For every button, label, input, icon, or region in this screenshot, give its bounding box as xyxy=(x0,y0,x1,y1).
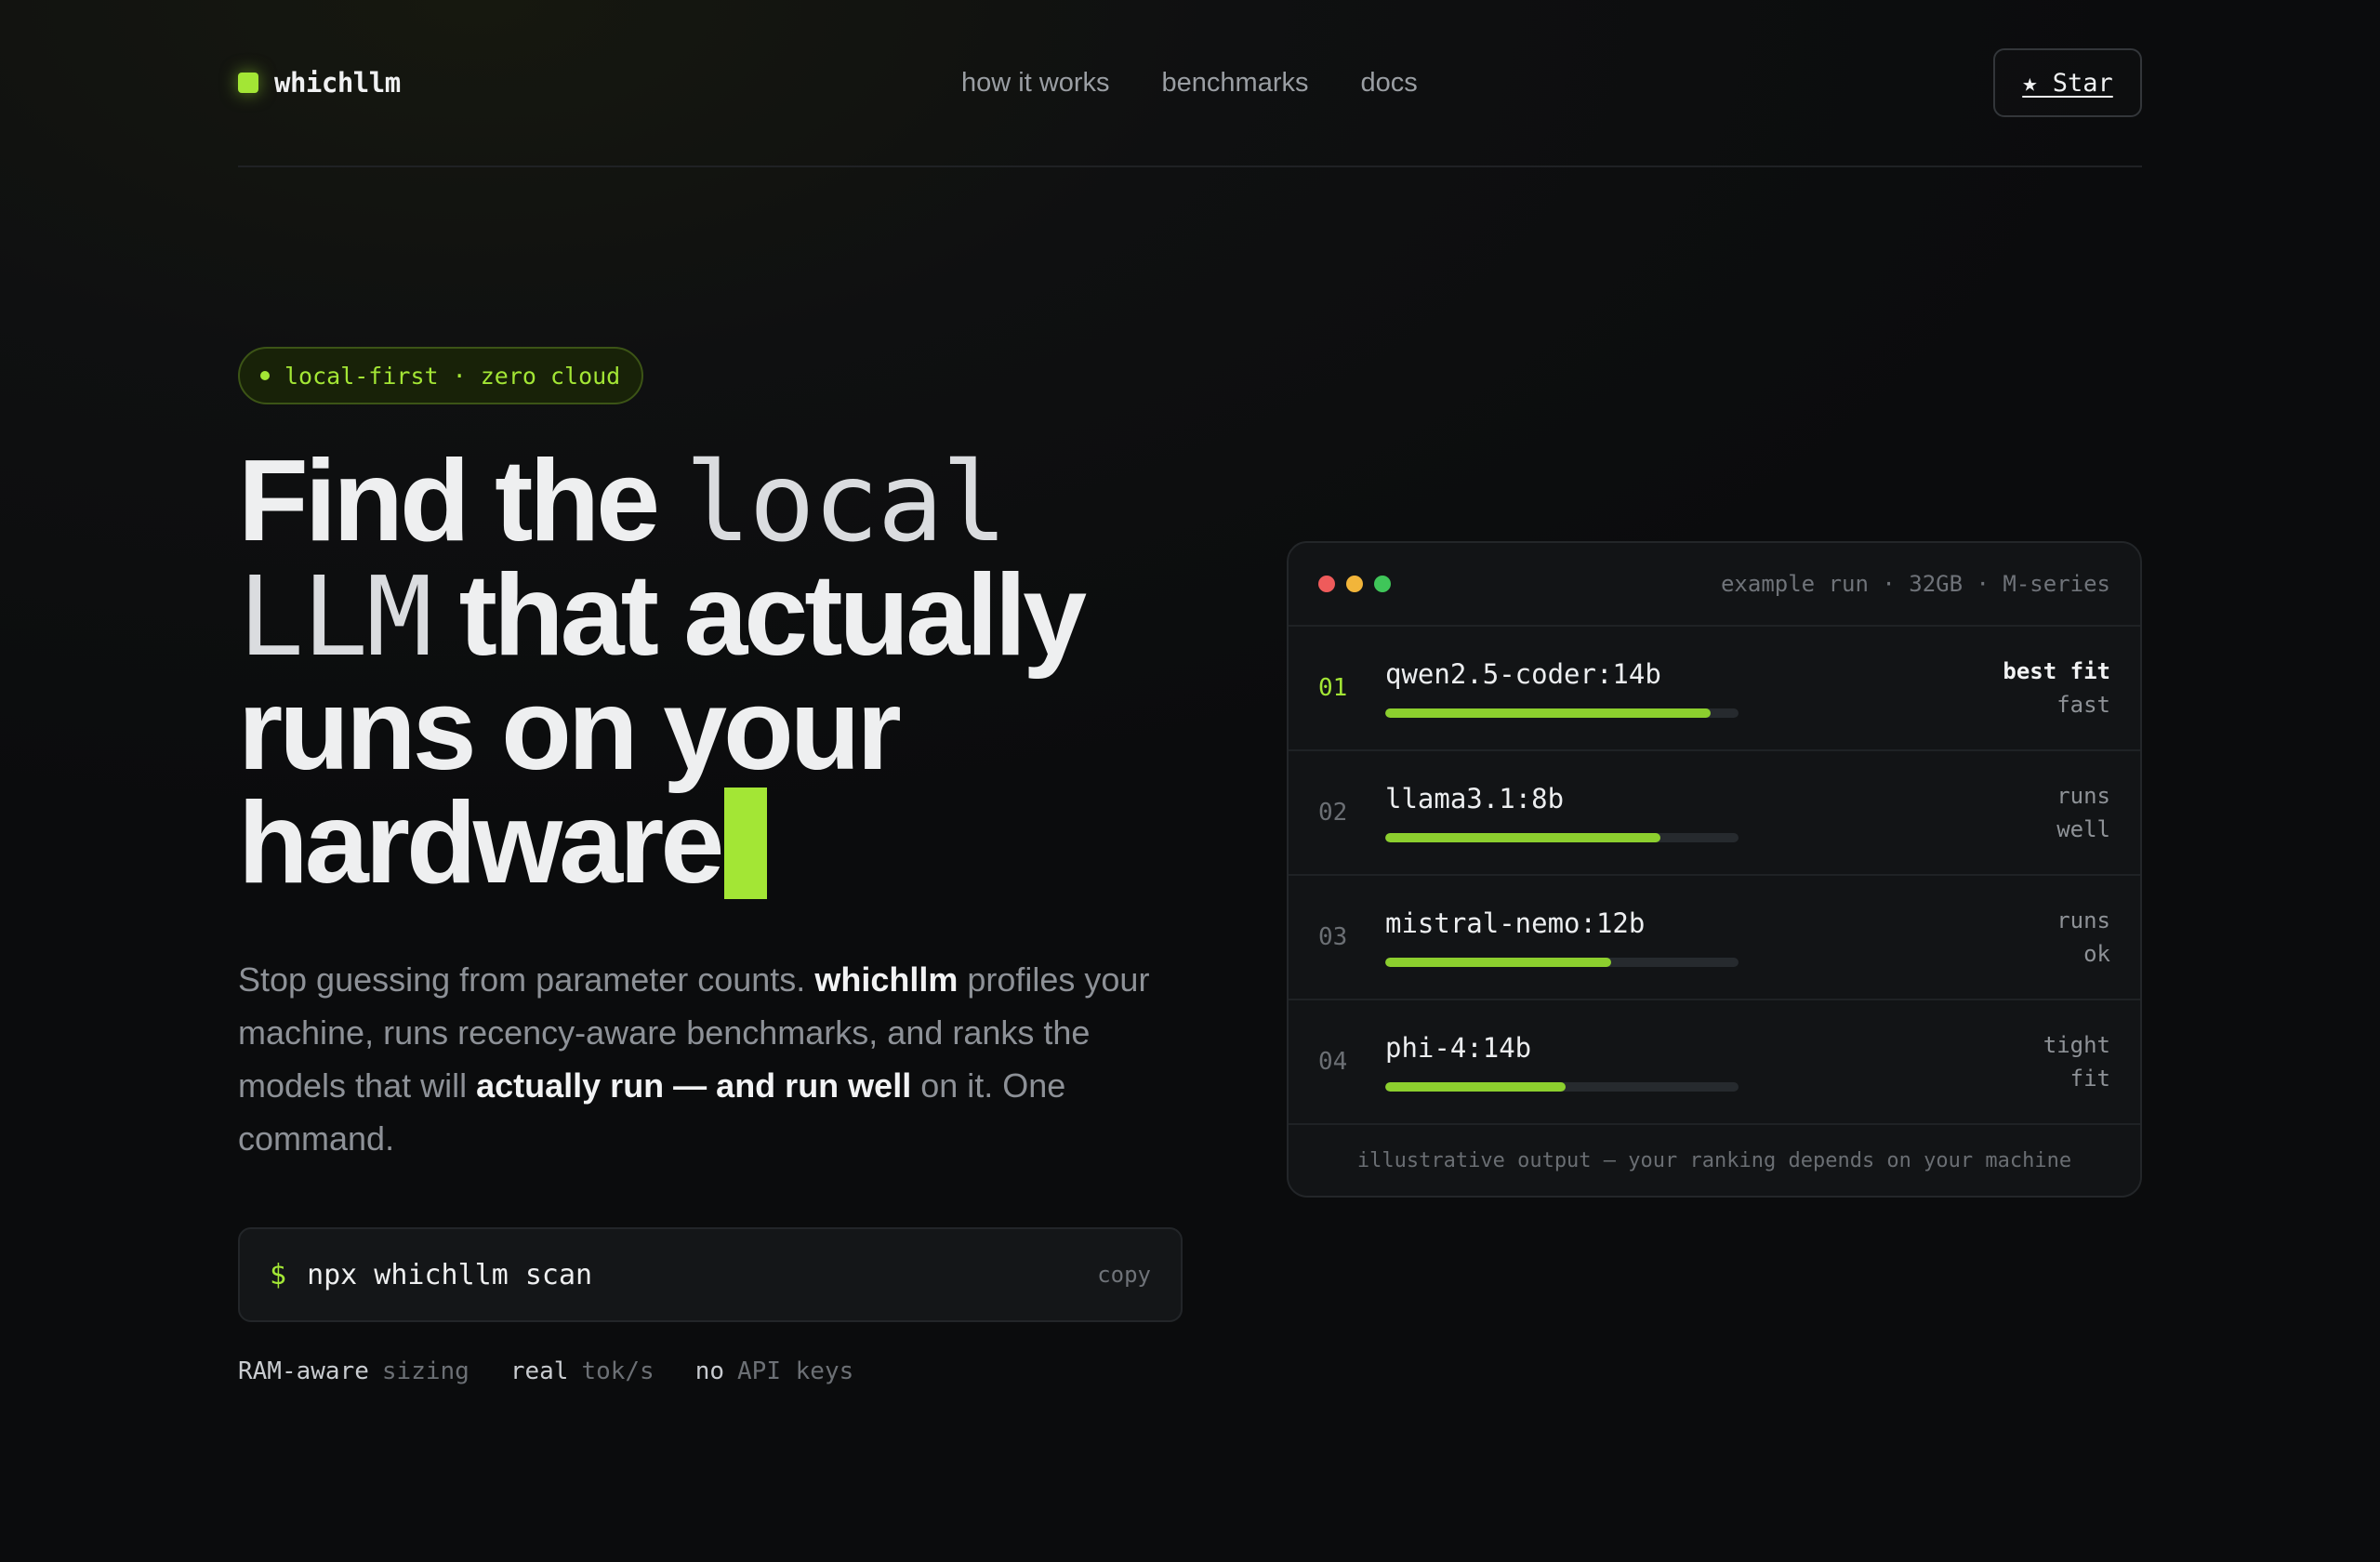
status-dot-icon xyxy=(260,371,270,380)
nav-link-how-it-works[interactable]: how it works xyxy=(961,68,1110,99)
fit-score-bar xyxy=(1385,833,1739,842)
brand-logo[interactable]: whichllm xyxy=(238,67,401,99)
feature-value: tok/s xyxy=(581,1357,654,1385)
nav-links: how it works benchmarks docs xyxy=(961,68,1418,99)
copy-button[interactable]: copy xyxy=(1097,1262,1151,1288)
rank-number: 03 xyxy=(1318,923,1348,951)
lede-emphasis: whichllm xyxy=(814,960,959,999)
ranking-row: 01 qwen2.5-coder:14b best fit fast xyxy=(1289,627,2140,751)
fit-score-fill xyxy=(1385,1082,1566,1092)
feature-value: sizing xyxy=(381,1357,469,1385)
model-name: mistral-nemo:12b xyxy=(1385,907,1646,939)
hero-headline: Find the local LLM that actually runs on… xyxy=(238,443,1168,901)
rank-number: 04 xyxy=(1318,1048,1348,1076)
nav-link-docs[interactable]: docs xyxy=(1361,68,1418,99)
ranking-row: 03 mistral-nemo:12b runs ok xyxy=(1289,876,2140,1000)
model-name: phi-4:14b xyxy=(1385,1032,1532,1064)
feature-item: real tok/s xyxy=(510,1357,654,1385)
fit-score-bar xyxy=(1385,958,1739,967)
model-name: qwen2.5-coder:14b xyxy=(1385,658,1661,690)
model-name: llama3.1:8b xyxy=(1385,783,1565,814)
fit-label-line: fast xyxy=(2056,692,2110,718)
brand-square-icon xyxy=(238,73,258,93)
feature-key: RAM-aware xyxy=(238,1357,369,1385)
headline-part: Find the xyxy=(238,437,660,565)
fit-score-bar xyxy=(1385,708,1739,718)
lede-emphasis: actually run — and run well xyxy=(476,1066,912,1105)
fit-label-line: runs xyxy=(2056,783,2110,809)
fit-label-line: tight xyxy=(2043,1032,2110,1058)
nav-divider xyxy=(238,165,2142,167)
fit-label: runs ok xyxy=(1980,904,2110,971)
run-meta: example run · 32GB · M-series xyxy=(1720,571,2110,597)
star-button-label: ★ Star xyxy=(2022,68,2113,98)
github-star-button[interactable]: ★ Star xyxy=(1993,48,2142,117)
feature-key: real xyxy=(509,1357,569,1385)
command-text[interactable]: npx whichllm scan xyxy=(307,1259,1097,1291)
tagline-pill-text: local-first · zero cloud xyxy=(284,362,621,390)
fit-score-fill xyxy=(1385,958,1612,967)
fit-label: best fit fast xyxy=(1980,655,2110,721)
fit-label-line: best fit xyxy=(2003,658,2110,684)
feature-key: no xyxy=(694,1357,725,1385)
lede-text: Stop guessing from parameter counts. xyxy=(238,960,815,999)
install-command-box: $ npx whichllm scan copy xyxy=(238,1227,1183,1322)
fit-label-line: runs xyxy=(2056,907,2110,933)
fit-label: runs well xyxy=(1980,779,2110,846)
card-header: example run · 32GB · M-series xyxy=(1289,543,2140,627)
fit-label-line: fit xyxy=(2069,1066,2110,1092)
shell-prompt: $ xyxy=(270,1258,287,1291)
feature-list: RAM-aware sizing real tok/s no API keys xyxy=(238,1357,853,1385)
feature-item: no API keys xyxy=(695,1357,854,1385)
hero-description: Stop guessing from parameter counts. whi… xyxy=(238,953,1186,1165)
fit-label: tight fit xyxy=(1980,1028,2110,1095)
headline-mono-word: LLM xyxy=(238,552,432,681)
maximize-dot-icon xyxy=(1374,576,1391,592)
headline-part: hardware xyxy=(238,779,724,907)
feature-value: API keys xyxy=(737,1357,854,1385)
ranking-row: 04 phi-4:14b tight fit xyxy=(1289,1000,2140,1125)
fit-score-fill xyxy=(1385,833,1661,842)
example-run-card: example run · 32GB · M-series 01 qwen2.5… xyxy=(1287,541,2142,1198)
rank-number: 02 xyxy=(1318,799,1348,827)
fit-label-line: ok xyxy=(2083,941,2110,967)
headline-part: runs on your xyxy=(238,666,902,794)
rank-number: 01 xyxy=(1318,674,1348,702)
nav-link-benchmarks[interactable]: benchmarks xyxy=(1162,68,1309,99)
blinking-cursor xyxy=(724,788,768,899)
close-dot-icon xyxy=(1318,576,1335,592)
card-footer-note: illustrative output — your ranking depen… xyxy=(1356,1148,2072,1172)
ranking-row: 02 llama3.1:8b runs well xyxy=(1289,751,2140,876)
fit-label-line: well xyxy=(2056,816,2110,842)
minimize-dot-icon xyxy=(1346,576,1363,592)
headline-mono-word: local xyxy=(684,438,1008,566)
headline-part: that actually xyxy=(458,551,1088,680)
feature-item: RAM-aware sizing xyxy=(238,1357,469,1385)
tagline-pill: local-first · zero cloud xyxy=(238,347,643,404)
fit-score-bar xyxy=(1385,1082,1739,1092)
brand-name: whichllm xyxy=(274,67,401,99)
fit-score-fill xyxy=(1385,708,1711,718)
window-controls xyxy=(1318,576,1391,592)
top-nav: whichllm how it works benchmarks docs ★ … xyxy=(238,48,2142,117)
